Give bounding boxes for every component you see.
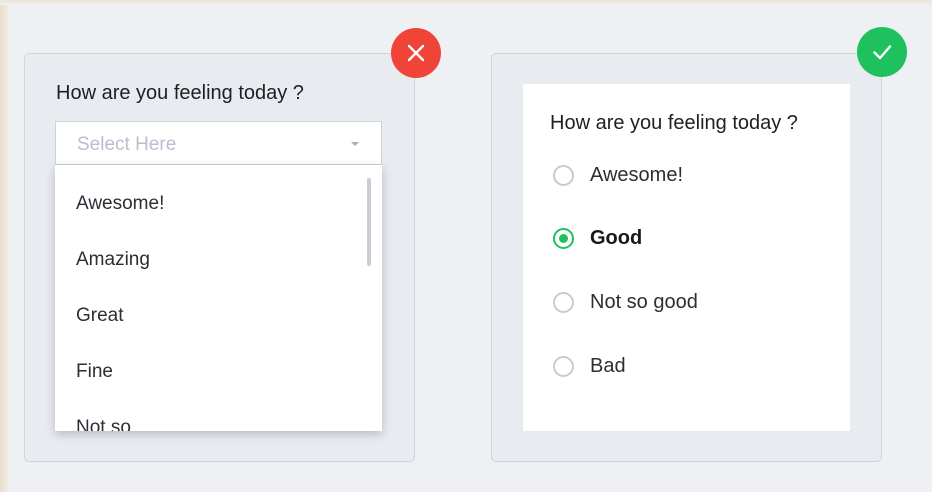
radio-label: Awesome! (590, 163, 684, 186)
background-edge-left (0, 0, 9, 492)
check-icon (873, 45, 892, 60)
dropdown-option[interactable]: Not so (76, 417, 131, 431)
radio-option-bad[interactable]: Bad (553, 353, 626, 379)
radio-option-awesome[interactable]: Awesome! (553, 162, 683, 188)
bad-example-badge (391, 28, 441, 78)
radio-button[interactable] (553, 355, 574, 377)
dropdown-menu: Awesome! Amazing Great Fine Not so (55, 165, 382, 431)
dropdown-scrollbar[interactable] (367, 178, 371, 266)
question-label: How are you feeling today ? (56, 82, 304, 104)
background-edge-top (0, 0, 932, 5)
radio-label: Not so good (590, 290, 698, 313)
radio-option-good[interactable]: Good (553, 225, 642, 251)
radio-button[interactable] (553, 164, 574, 186)
caret-down-icon (351, 142, 359, 146)
radio-label: Good (590, 226, 643, 249)
select-placeholder: Select Here (77, 134, 177, 155)
feeling-select[interactable]: Select Here (55, 121, 382, 165)
radio-label: Bad (590, 354, 626, 377)
radio-button-selected[interactable] (553, 227, 574, 249)
dropdown-option[interactable]: Amazing (76, 249, 150, 271)
radio-option-not-so-good[interactable]: Not so good (553, 289, 698, 315)
dropdown-option[interactable]: Awesome! (76, 193, 164, 215)
question-label: How are you feeling today ? (550, 112, 798, 134)
dropdown-option[interactable]: Great (76, 305, 124, 327)
dropdown-option[interactable]: Fine (76, 361, 113, 383)
good-example-badge (857, 27, 907, 77)
radio-button[interactable] (553, 291, 574, 313)
close-icon (407, 44, 425, 62)
